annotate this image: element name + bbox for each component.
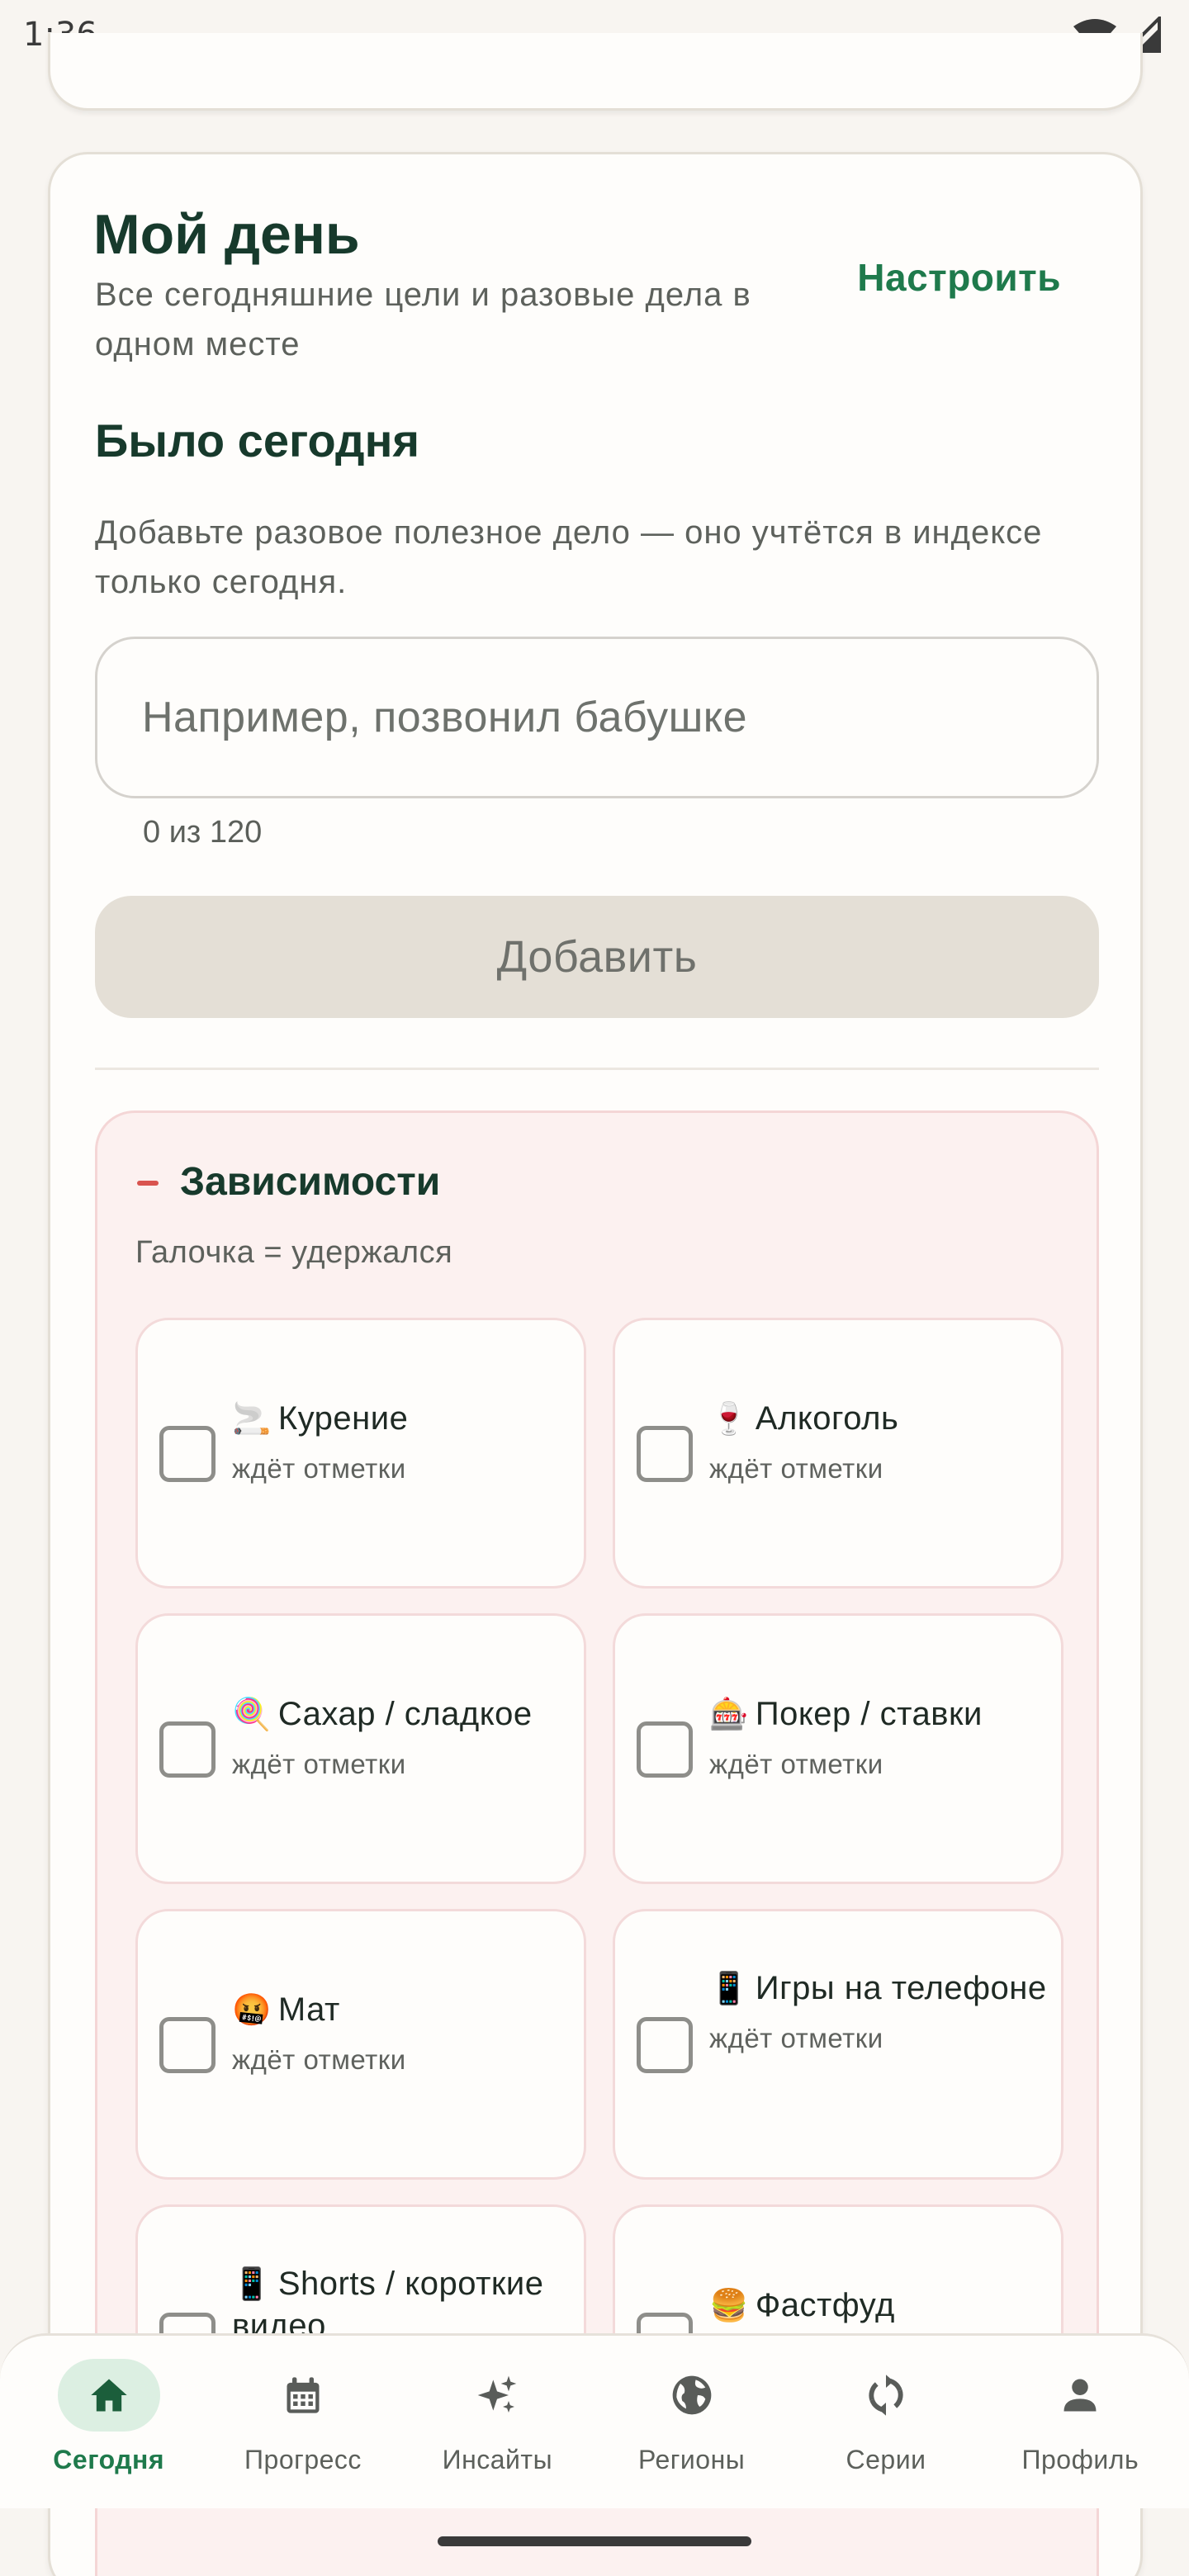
tile-text: 📱 Игры на телефоне ждёт отметки [709, 1968, 1048, 2054]
nav-item-progress[interactable]: Прогресс [208, 2359, 398, 2475]
tile-text: 🤬 Мат ждёт отметки [232, 1989, 571, 2076]
addiction-tile-gambling[interactable]: 🎰 Покер / ставки ждёт отметки [613, 1613, 1063, 1884]
globe-icon [672, 2375, 711, 2415]
phone-icon: 📱 [709, 1972, 749, 2006]
nav-item-profile[interactable]: Профиль [985, 2359, 1175, 2475]
nav-label: Профиль [1021, 2445, 1139, 2474]
nav-item-today[interactable]: Сегодня [14, 2359, 204, 2475]
tile-label-text: Shorts / короткие видео [232, 2266, 544, 2344]
char-counter: 0 из 120 [143, 815, 263, 850]
my-day-card: Мой день Все сегодняшние цели и разовые … [48, 152, 1143, 2576]
add-button[interactable]: Добавить [95, 896, 1099, 1018]
minus-icon [137, 1181, 159, 1186]
checkbox[interactable] [637, 2017, 693, 2073]
tile-label: 🚬 Курение [232, 1398, 571, 1440]
nav-indicator [835, 2359, 937, 2432]
card-subtitle: Все сегодняшние цели и разовые дела в од… [95, 277, 751, 362]
addiction-tile-swearing[interactable]: 🤬 Мат ждёт отметки [135, 1909, 586, 2180]
burger-icon: 🍔 [709, 2289, 749, 2323]
section-description: Добавьте разовое полезное дело — оно учт… [95, 514, 1043, 600]
nav-label: Прогресс [244, 2445, 362, 2474]
card-title: Мой день [93, 203, 360, 266]
cigarette-icon: 🚬 [232, 1402, 272, 1437]
checkbox[interactable] [637, 1426, 693, 1482]
tile-text: 🍔 Фастфуд [709, 2285, 1048, 2340]
previous-card [48, 33, 1143, 111]
tile-label: 🍷 Алкоголь [709, 1398, 1048, 1440]
nav-label: Инсайты [442, 2445, 553, 2474]
tile-text: 🎰 Покер / ставки ждёт отметки [709, 1693, 1048, 1780]
tile-label-text: Покер / ставки [755, 1696, 983, 1732]
tile-text: 🍭 Сахар / сладкое ждёт отметки [232, 1693, 571, 1780]
nav-indicator [57, 2359, 160, 2432]
nav-indicator [1029, 2359, 1131, 2432]
refresh-icon [869, 2375, 903, 2416]
cursing-face-icon: 🤬 [232, 1993, 272, 2028]
addiction-tile-alcohol[interactable]: 🍷 Алкоголь ждёт отметки [613, 1318, 1063, 1589]
tile-status: ждёт отметки [232, 1749, 406, 1779]
slot-machine-icon: 🎰 [709, 1698, 749, 1732]
nav-item-insights[interactable]: Инсайты [402, 2359, 592, 2475]
tile-label: 🍭 Сахар / сладкое [232, 1693, 571, 1735]
tile-status: ждёт отметки [232, 2044, 406, 2075]
tile-label: 🍔 Фастфуд [709, 2285, 1048, 2327]
addictions-title: Зависимости [180, 1160, 441, 1204]
tile-status: ждёт отметки [709, 2023, 883, 2053]
tile-label-text: Алкоголь [755, 1400, 899, 1437]
nav-label: Сегодня [53, 2445, 165, 2474]
checkbox[interactable] [159, 1721, 216, 1778]
phone-icon: 📱 [232, 2267, 272, 2302]
checkbox[interactable] [637, 1721, 693, 1778]
addiction-tile-mobile-games[interactable]: 📱 Игры на телефоне ждёт отметки [613, 1909, 1063, 2180]
nav-item-regions[interactable]: Регионы [597, 2359, 787, 2475]
wine-glass-icon: 🍷 [709, 1402, 749, 1437]
lollipop-icon: 🍭 [232, 1698, 272, 1732]
tile-label-text: Мат [277, 1991, 340, 2028]
nav-indicator [446, 2359, 548, 2432]
nav-label: Регионы [638, 2445, 746, 2474]
nav-label: Серии [846, 2445, 926, 2474]
tile-text: 🍷 Алкоголь ждёт отметки [709, 1398, 1048, 1485]
person-icon [1063, 2379, 1097, 2412]
one-time-task-input[interactable]: Например, позвонил бабушке [95, 637, 1099, 798]
calendar-icon [287, 2377, 320, 2413]
tile-status: ждёт отметки [709, 1453, 883, 1484]
addiction-tile-smoking[interactable]: 🚬 Курение ждёт отметки [135, 1318, 586, 1589]
tile-label-text: Игры на телефоне [755, 1970, 1047, 2006]
nav-indicator [641, 2359, 743, 2432]
tile-status: ждёт отметки [232, 1453, 406, 1484]
tile-label-text: Сахар / сладкое [277, 1696, 533, 1732]
sparkle-icon [477, 2375, 517, 2413]
nav-item-streaks[interactable]: Серии [791, 2359, 981, 2475]
section-title-today: Было сегодня [95, 414, 420, 466]
tile-label-text: Фастфуд [755, 2287, 895, 2323]
checkbox[interactable] [159, 2017, 216, 2073]
nav-indicator [252, 2359, 354, 2432]
home-indicator[interactable] [438, 2536, 751, 2546]
addictions-hint: Галочка = удержался [135, 1235, 453, 1270]
checkbox[interactable] [159, 1426, 216, 1482]
home-icon [90, 2379, 127, 2412]
bottom-navigation: Сегодня Прогресс Инсайты Регионы Серии П… [0, 2333, 1189, 2508]
tile-label-text: Курение [277, 1400, 409, 1437]
tile-label: 🤬 Мат [232, 1989, 571, 2031]
tile-label: 📱 Игры на телефоне [709, 1968, 1048, 2010]
addiction-tile-sugar[interactable]: 🍭 Сахар / сладкое ждёт отметки [135, 1613, 586, 1884]
configure-button[interactable]: Настроить [857, 255, 1061, 300]
tile-text: 🚬 Курение ждёт отметки [232, 1398, 571, 1485]
tile-label: 🎰 Покер / ставки [709, 1693, 1048, 1735]
tile-status: ждёт отметки [709, 1749, 883, 1779]
divider [95, 1068, 1099, 1070]
